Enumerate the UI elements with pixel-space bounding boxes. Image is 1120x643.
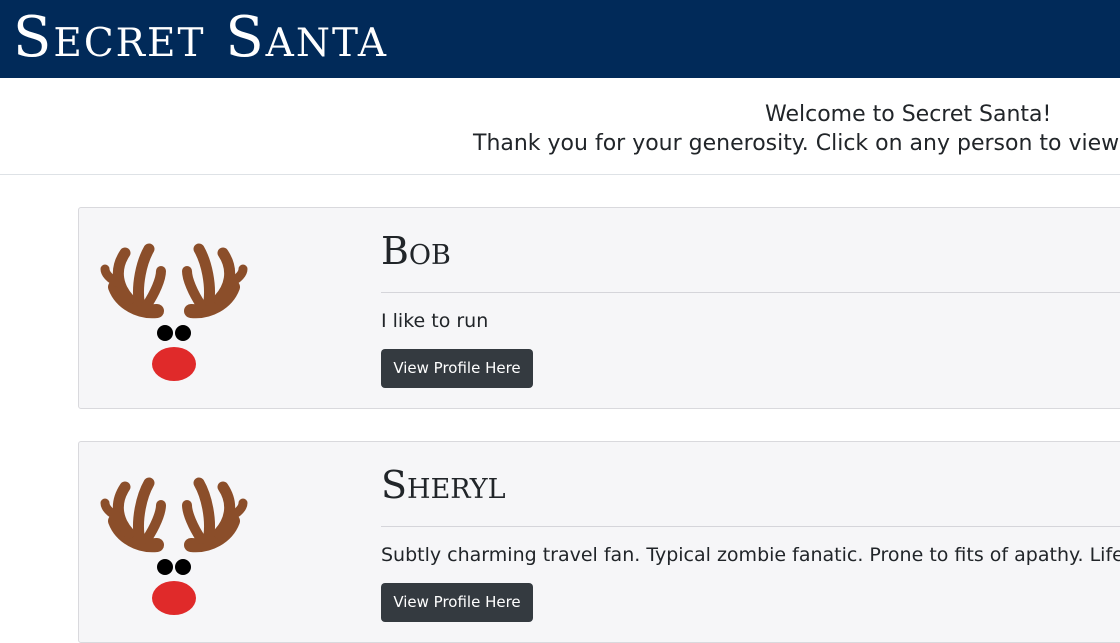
person-name: Bob: [381, 229, 451, 273]
brand-title[interactable]: Secret Santa: [13, 2, 388, 74]
divider: [381, 292, 1120, 293]
person-description: Subtly charming travel fan. Typical zomb…: [381, 544, 1120, 566]
reindeer-icon: [100, 477, 248, 615]
welcome-subtitle: Thank you for your generosity. Click on …: [473, 131, 1120, 156]
person-name: Sheryl: [381, 463, 506, 507]
reindeer-icon: [100, 243, 248, 381]
welcome-banner: Welcome to Secret Santa! Thank you for y…: [0, 78, 1120, 175]
person-description: I like to run: [381, 310, 489, 332]
navbar: Secret Santa: [0, 0, 1120, 78]
welcome-title: Welcome to Secret Santa!: [765, 102, 1052, 127]
view-profile-button[interactable]: View Profile Here: [381, 349, 533, 388]
divider: [381, 526, 1120, 527]
person-card-sheryl[interactable]: Sheryl Subtly charming travel fan. Typic…: [78, 441, 1120, 643]
person-card-bob[interactable]: Bob I like to run View Profile Here: [78, 207, 1120, 409]
view-profile-button[interactable]: View Profile Here: [381, 583, 533, 622]
